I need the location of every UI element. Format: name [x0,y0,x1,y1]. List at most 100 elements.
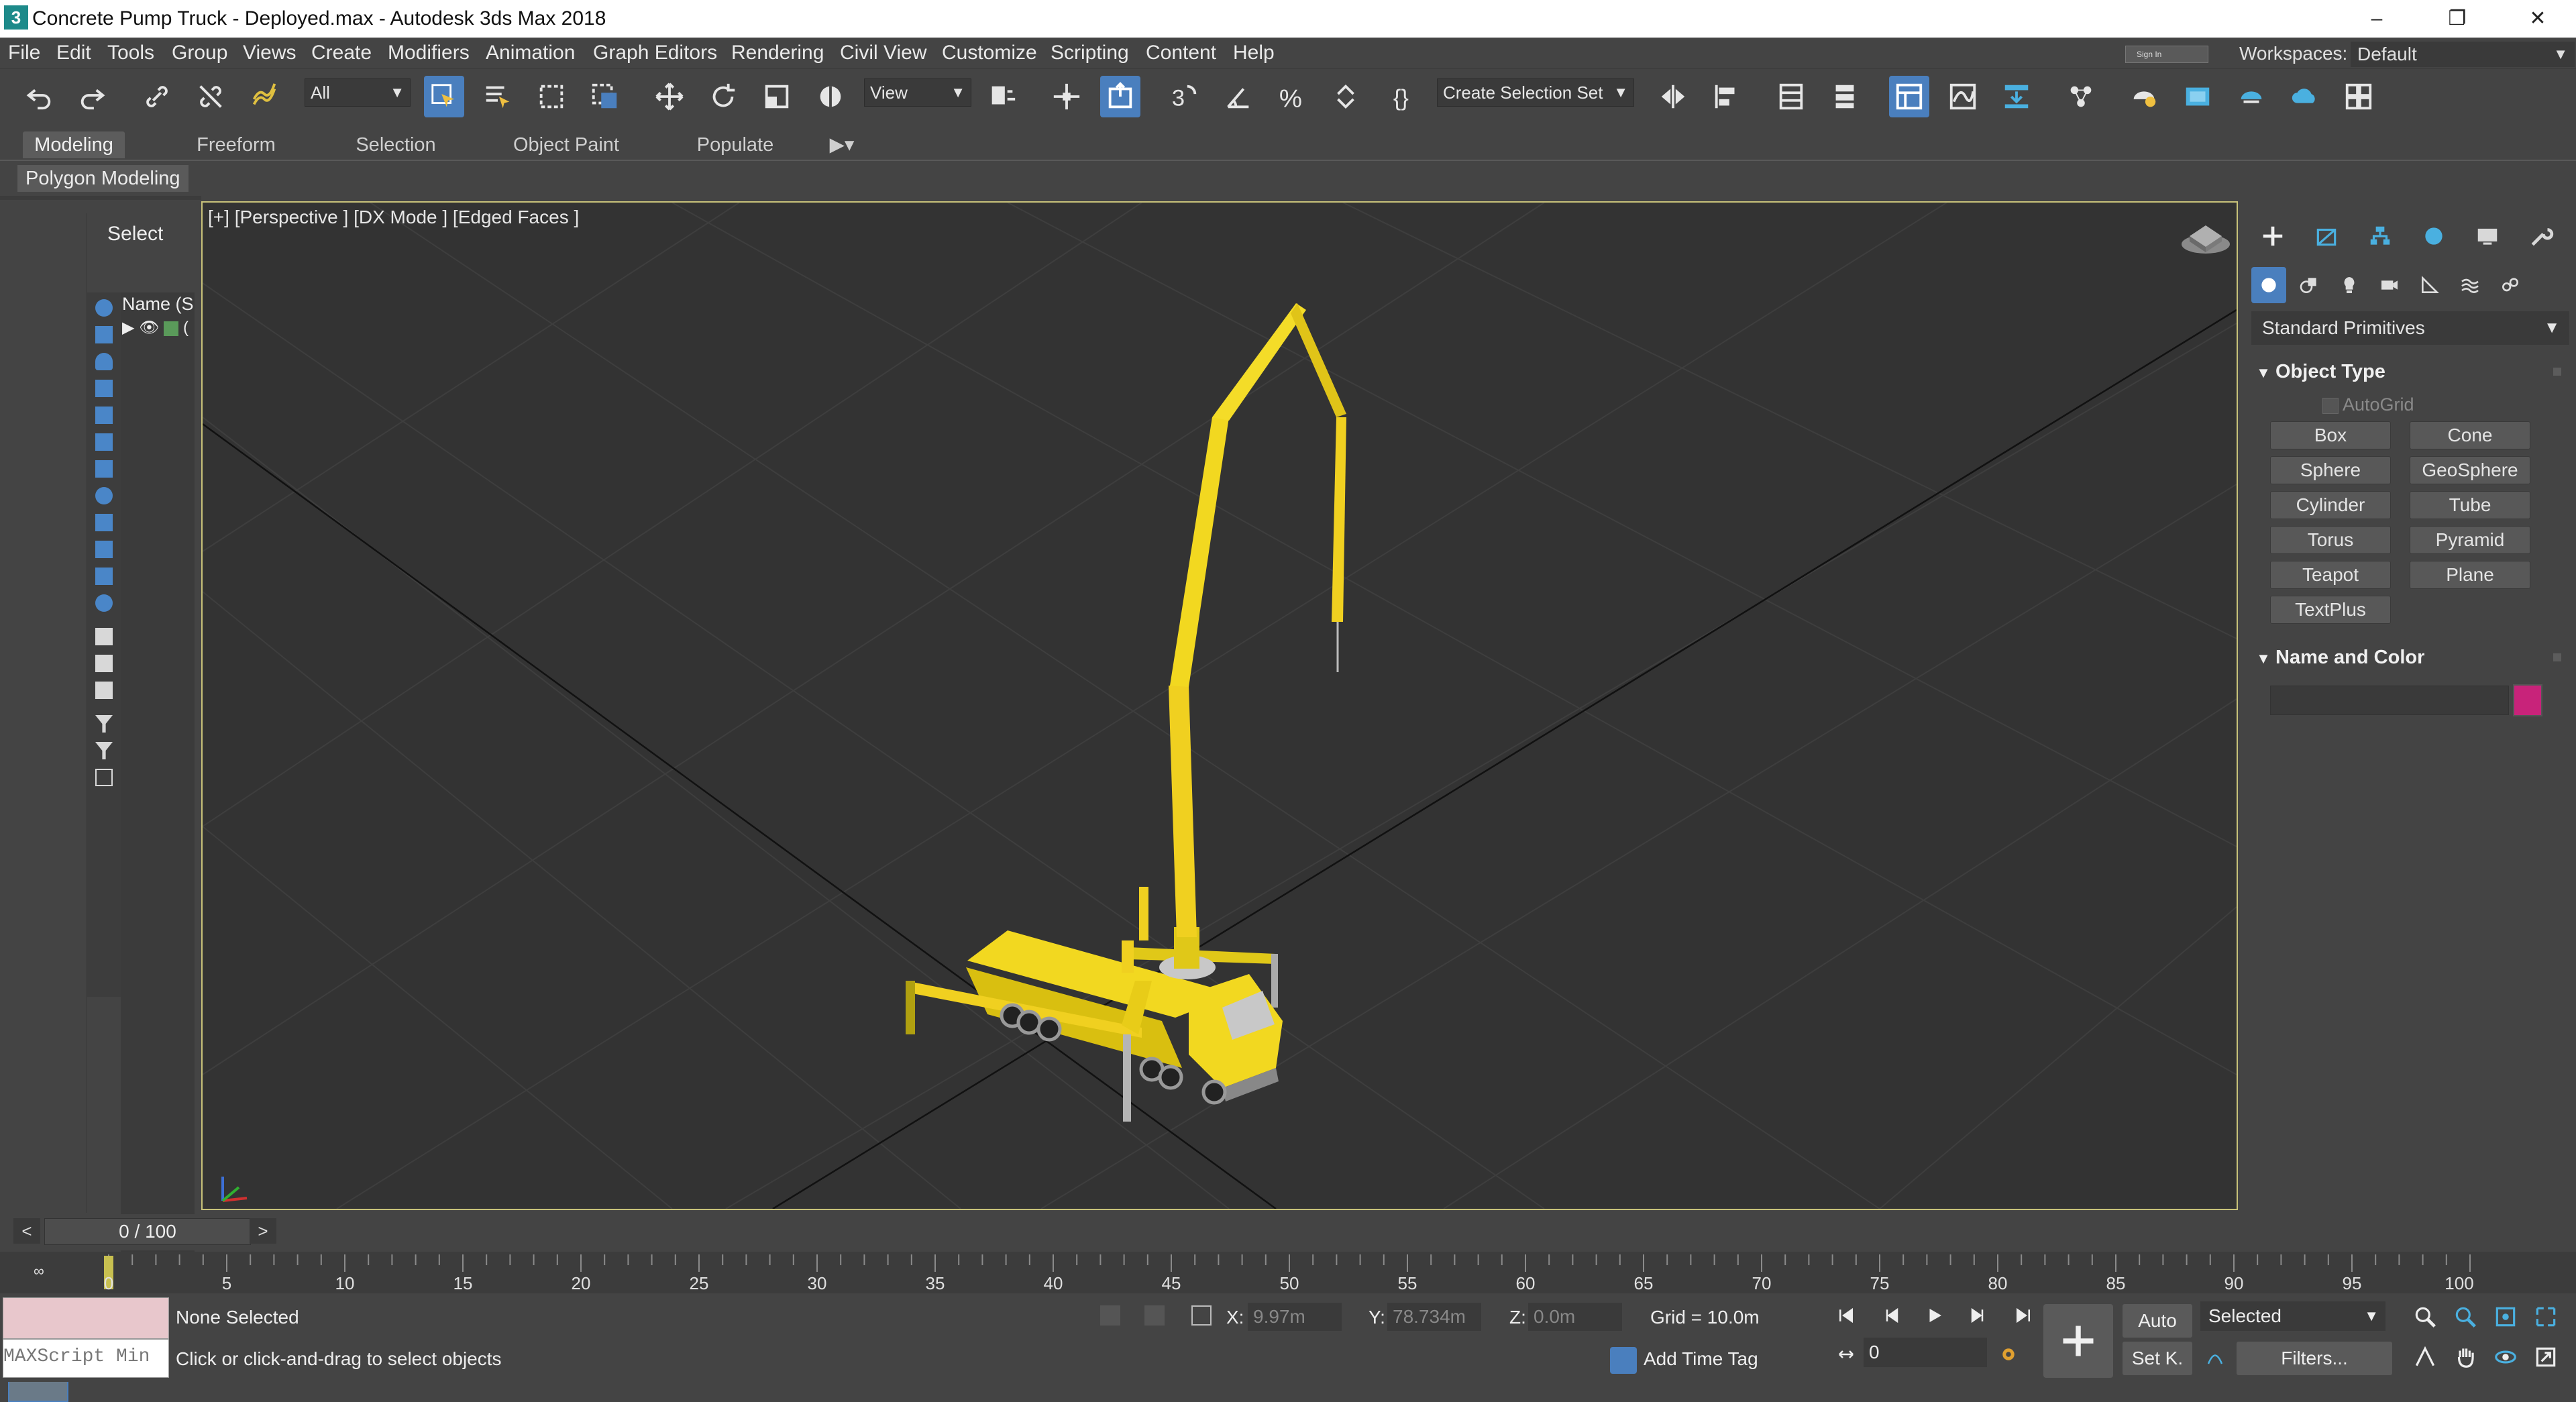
polygon-modeling-panel[interactable]: Polygon Modeling [17,165,189,192]
time-slider-thumb[interactable]: 0 / 100 [44,1218,251,1245]
menu-customize[interactable]: Customize [942,38,1037,68]
go-to-end-icon[interactable] [2004,1300,2042,1331]
menu-views[interactable]: Views [243,38,296,68]
viewport-label[interactable]: [+] [Perspective ] [DX Mode ] [Edged Fac… [208,207,579,228]
expand-arrow-icon[interactable]: ▶ [122,319,134,337]
select-object-icon[interactable] [424,76,464,117]
tab-populate[interactable]: Populate [682,131,789,158]
display-invert-icon[interactable] [95,682,113,699]
concrete-pump-truck-model[interactable] [906,303,1346,1122]
menu-rendering[interactable]: Rendering [731,38,824,68]
snaps-toggle-icon[interactable]: 3 [1165,76,1205,117]
restore-icon[interactable]: ❐ [2420,0,2494,38]
perspective-viewport[interactable]: [+] [Perspective ] [DX Mode ] [Edged Fac… [201,201,2238,1210]
utilities-panel-icon[interactable] [2521,219,2561,254]
undo-icon[interactable] [19,76,59,117]
key-mode-toggle-icon[interactable] [1827,1339,1865,1370]
display-containers-icon[interactable] [95,541,113,558]
cone-button[interactable]: Cone [2410,421,2530,449]
mini-curve-editor-icon[interactable]: ∞ [34,1262,60,1283]
menu-civil-view[interactable]: Civil View [840,38,926,68]
display-geometry-icon[interactable] [95,299,113,317]
tab-object-paint[interactable]: Object Paint [499,131,633,158]
geometry-category-icon[interactable] [2251,267,2286,303]
create-selection-set-dropdown[interactable]: Create Selection Set ▼ [1437,78,1634,107]
lights-category-icon[interactable] [2332,267,2367,303]
create-panel-icon[interactable] [2253,219,2293,254]
motion-panel-icon[interactable] [2414,219,2454,254]
align-icon[interactable] [1707,76,1747,117]
key-filters-button[interactable]: Filters... [2237,1342,2392,1375]
app-icon[interactable]: 3 [4,5,28,30]
auto-key-button[interactable]: Auto [2123,1304,2192,1338]
menu-content[interactable]: Content [1146,38,1216,68]
play-icon[interactable] [1916,1300,1953,1331]
bind-space-warp-icon[interactable] [244,76,284,117]
go-to-start-icon[interactable] [1827,1300,1865,1331]
sphere-button[interactable]: Sphere [2270,456,2391,484]
scene-explorer-select-menu[interactable]: Select [107,223,163,246]
frame-ruler[interactable]: 0 5 10 15 20 25 30 35 40 45 50 55 60 65 … [94,1252,2482,1293]
time-slider-prev-button[interactable]: < [13,1218,40,1244]
hierarchy-panel-icon[interactable] [2360,219,2400,254]
plane-button[interactable]: Plane [2410,561,2530,589]
rendered-frame-window-icon[interactable] [2178,76,2218,117]
display-space-warps-icon[interactable] [95,433,113,451]
viewcube-icon[interactable] [2179,217,2233,258]
set-keys-icon[interactable] [2043,1304,2113,1378]
close-icon[interactable]: ✕ [2501,0,2575,38]
z-coordinate-field[interactable]: 0.0m [1528,1303,1622,1331]
display-bones-icon[interactable] [95,514,113,531]
spinner-snap-icon[interactable] [1326,76,1366,117]
cameras-category-icon[interactable] [2372,267,2407,303]
select-manipulate-icon[interactable] [1046,76,1087,117]
time-configuration-icon[interactable] [1990,1339,2027,1370]
display-xrefs-icon[interactable] [95,487,113,504]
find-icon[interactable] [95,769,113,786]
track-bar[interactable]: ∞ 0 5 10 15 20 25 30 35 40 45 50 55 60 6… [0,1252,2576,1293]
pyramid-button[interactable]: Pyramid [2410,526,2530,554]
zoom-extents-all-icon[interactable] [2529,1300,2563,1334]
object-category-dropdown[interactable]: Standard Primitives ▼ [2251,311,2569,345]
angle-snap-icon[interactable] [1218,76,1258,117]
link-icon[interactable] [137,76,177,117]
box-button[interactable]: Box [2270,421,2391,449]
current-frame-field[interactable]: 0 [1864,1338,1987,1367]
tab-freeform[interactable]: Freeform [182,131,290,158]
modify-panel-icon[interactable] [2306,219,2347,254]
shapes-category-icon[interactable] [2292,267,2326,303]
tube-button[interactable]: Tube [2410,491,2530,519]
cylinder-button[interactable]: Cylinder [2270,491,2391,519]
display-frozen-icon[interactable] [95,568,113,585]
minimize-icon[interactable]: – [2340,0,2414,38]
toggle-layer-explorer-icon[interactable] [1825,76,1865,117]
eye-icon[interactable]: 👁 [139,319,159,337]
edit-named-selection-icon[interactable]: {} [1386,76,1426,117]
select-by-name-icon[interactable] [478,76,518,117]
tab-modeling[interactable]: Modeling [23,131,125,158]
display-groups-icon[interactable] [95,460,113,478]
menu-tools[interactable]: Tools [107,38,154,68]
sign-in-button[interactable]: Sign In [2125,46,2208,63]
rotate-icon[interactable] [703,76,743,117]
next-frame-icon[interactable] [1960,1300,1998,1331]
menu-modifiers[interactable]: Modifiers [388,38,470,68]
zoom-all-icon[interactable] [2449,1300,2482,1334]
display-none-icon[interactable] [95,655,113,672]
menu-group[interactable]: Group [172,38,227,68]
display-shapes-icon[interactable] [95,326,113,343]
redo-icon[interactable] [72,76,113,117]
scale-icon[interactable] [757,76,797,117]
display-hidden-icon[interactable] [95,594,113,612]
pan-hand-icon[interactable] [2449,1340,2482,1374]
place-icon[interactable] [810,76,851,117]
maxscript-mini-listener[interactable]: MAXScript Min [3,1339,169,1378]
keyboard-shortcut-override-icon[interactable] [1100,76,1140,117]
default-in-out-tangents-icon[interactable] [2196,1342,2234,1372]
orbit-icon[interactable] [2489,1340,2522,1374]
space-warps-category-icon[interactable] [2453,267,2487,303]
menu-animation[interactable]: Animation [486,38,575,68]
move-icon[interactable] [649,76,690,117]
rectangular-selection-icon[interactable] [531,76,572,117]
render-in-cloud-icon[interactable] [2285,76,2325,117]
